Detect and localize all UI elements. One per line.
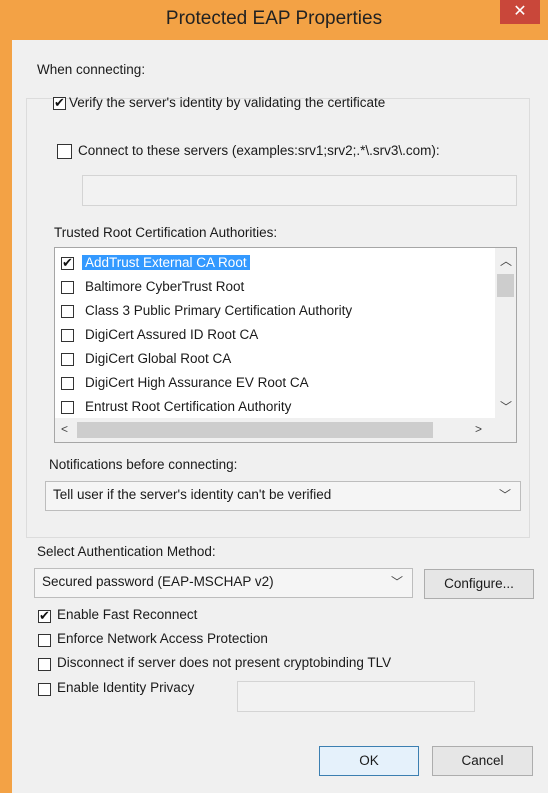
cryptobinding-label: Disconnect if server does not present cr…: [57, 655, 392, 670]
list-item-checkbox[interactable]: [61, 281, 74, 294]
list-item-checkbox[interactable]: [61, 329, 74, 342]
fast-reconnect-checkbox[interactable]: [38, 608, 51, 624]
list-item-checkbox[interactable]: [61, 401, 74, 414]
dialog-window: Protected EAP Properties ✕ When connecti…: [0, 0, 548, 793]
horizontal-scrollbar[interactable]: < >: [55, 418, 516, 442]
close-button[interactable]: ✕: [500, 0, 540, 24]
list-item[interactable]: Class 3 Public Primary Certification Aut…: [55, 300, 495, 324]
list-item-label: AddTrust External CA Root: [82, 255, 250, 270]
list-item[interactable]: Entrust Root Certification Authority: [55, 396, 495, 420]
nap-label: Enforce Network Access Protection: [57, 631, 268, 646]
list-item[interactable]: AddTrust External CA Root: [55, 252, 495, 276]
window-title: Protected EAP Properties: [165, 8, 383, 29]
identity-privacy-input[interactable]: [237, 681, 475, 712]
list-item[interactable]: DigiCert High Assurance EV Root CA: [55, 372, 495, 396]
when-connecting-heading: When connecting:: [37, 62, 146, 77]
cancel-button[interactable]: Cancel: [432, 746, 533, 776]
list-item-label: Class 3 Public Primary Certification Aut…: [85, 303, 353, 318]
title-bar[interactable]: Protected EAP Properties ✕: [0, 0, 548, 40]
trusted-root-heading: Trusted Root Certification Authorities:: [54, 225, 278, 240]
connect-servers-checkbox[interactable]: [57, 144, 72, 159]
scroll-up-icon[interactable]: ︿: [500, 252, 512, 269]
configure-button[interactable]: Configure...: [424, 569, 534, 599]
list-item-checkbox[interactable]: [61, 255, 74, 271]
scroll-down-icon[interactable]: ﹀: [500, 398, 512, 415]
identity-privacy-checkbox[interactable]: [38, 683, 51, 696]
list-item-label: Baltimore CyberTrust Root: [85, 279, 245, 294]
list-item-label: DigiCert High Assurance EV Root CA: [85, 375, 309, 390]
scroll-left-icon[interactable]: <: [61, 422, 68, 436]
list-item[interactable]: Baltimore CyberTrust Root: [55, 276, 495, 300]
list-item-label: DigiCert Global Root CA: [85, 351, 232, 366]
chevron-down-icon: ﹀: [498, 488, 511, 502]
vertical-scroll-thumb[interactable]: [497, 274, 514, 297]
list-item[interactable]: DigiCert Assured ID Root CA: [55, 324, 495, 348]
fast-reconnect-label: Enable Fast Reconnect: [57, 607, 198, 622]
auth-method-dropdown-value: Secured password (EAP-MSCHAP v2): [42, 574, 274, 589]
nap-checkbox[interactable]: [38, 634, 51, 647]
list-item-label: Entrust Root Certification Authority: [85, 399, 292, 414]
scroll-right-icon[interactable]: >: [475, 422, 482, 436]
identity-privacy-label: Enable Identity Privacy: [57, 680, 195, 695]
cryptobinding-checkbox[interactable]: [38, 658, 51, 671]
close-icon: ✕: [513, 3, 527, 20]
chevron-down-icon: ﹀: [390, 575, 403, 589]
connect-servers-label: Connect to these servers (examples:srv1;…: [78, 143, 440, 158]
list-item-label: DigiCert Assured ID Root CA: [85, 327, 259, 342]
servers-input[interactable]: [82, 175, 517, 206]
trusted-root-list[interactable]: AddTrust External CA Root Baltimore Cybe…: [54, 247, 517, 443]
list-item-checkbox[interactable]: [61, 377, 74, 390]
ok-button[interactable]: OK: [319, 746, 419, 776]
list-item-checkbox[interactable]: [61, 353, 74, 366]
verify-identity-label: Verify the server's identity by validati…: [69, 95, 386, 110]
auth-method-heading: Select Authentication Method:: [37, 544, 216, 559]
auth-method-dropdown[interactable]: Secured password (EAP-MSCHAP v2) ﹀: [34, 568, 413, 598]
notifications-dropdown-value: Tell user if the server's identity can't…: [53, 487, 332, 502]
verify-identity-checkbox[interactable]: [53, 95, 66, 111]
list-item[interactable]: DigiCert Global Root CA: [55, 348, 495, 372]
horizontal-scroll-thumb[interactable]: [77, 422, 433, 438]
list-item-checkbox[interactable]: [61, 305, 74, 318]
notifications-dropdown[interactable]: Tell user if the server's identity can't…: [45, 481, 521, 511]
vertical-scrollbar[interactable]: ︿ ﹀: [495, 248, 516, 418]
notifications-heading: Notifications before connecting:: [49, 457, 238, 472]
